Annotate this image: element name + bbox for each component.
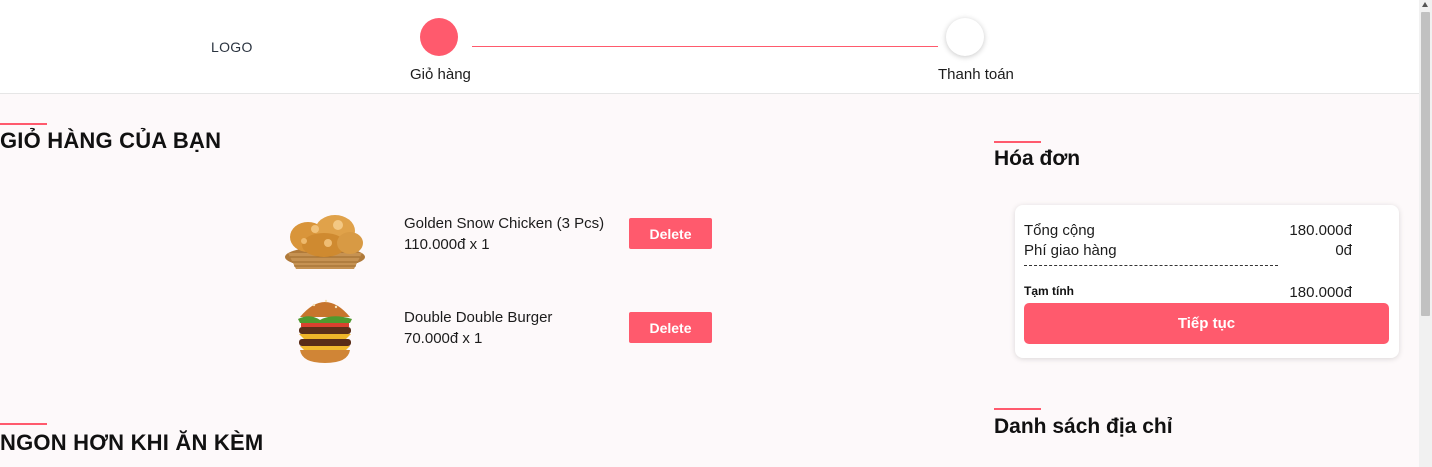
delete-button[interactable]: Delete <box>629 312 712 343</box>
bill-total-label: Tổng cộng <box>1024 222 1095 239</box>
bill-card: Tổng cộng 180.000đ Phí giao hàng 0đ Tạm … <box>1015 205 1399 358</box>
scroll-up-icon[interactable] <box>1422 2 1428 7</box>
step-progress-line <box>472 46 938 47</box>
delete-button[interactable]: Delete <box>629 218 712 249</box>
item-price: 110.000đ x 1 <box>404 236 490 253</box>
cart-title-accent <box>0 123 47 125</box>
step-payment-label: Thanh toán <box>938 66 1014 83</box>
sides-title-accent <box>0 423 47 425</box>
scrollbar-thumb[interactable] <box>1421 12 1430 316</box>
cart-item: Double Double Burger 70.000đ x 1 Delete <box>280 289 720 373</box>
step-cart-indicator[interactable] <box>420 18 458 56</box>
step-cart-label: Giỏ hàng <box>410 66 471 83</box>
logo[interactable]: LOGO <box>211 39 253 55</box>
continue-button[interactable]: Tiếp tục <box>1024 303 1389 344</box>
item-name: Golden Snow Chicken (3 Pcs) <box>404 215 605 232</box>
bill-title: Hóa đơn <box>994 147 1081 170</box>
fried-chicken-image <box>285 215 365 269</box>
bill-total-value: 180.000đ <box>1289 222 1352 239</box>
cart-title: GIỎ HÀNG CỦA BẠN <box>0 128 222 153</box>
bill-subtotal-label: Tạm tính <box>1024 284 1074 298</box>
address-title: Danh sách địa chỉ <box>994 415 1173 438</box>
sides-title: NGON HƠN KHI ĂN KÈM <box>0 430 264 455</box>
bill-shipping-label: Phí giao hàng <box>1024 242 1117 259</box>
cart-item: Golden Snow Chicken (3 Pcs) 110.000đ x 1… <box>280 195 720 279</box>
bill-subtotal-value: 180.000đ <box>1289 284 1352 301</box>
checkout-header: LOGO Giỏ hàng Thanh toán <box>0 0 1419 94</box>
page-scrollbar[interactable] <box>1419 0 1432 467</box>
address-title-accent <box>994 408 1041 410</box>
burger-image <box>298 299 352 363</box>
bill-divider <box>1024 265 1278 266</box>
item-name: Double Double Burger <box>404 309 553 326</box>
bill-shipping-value: 0đ <box>1335 242 1352 259</box>
step-payment-indicator[interactable] <box>946 18 984 56</box>
bill-title-accent <box>994 141 1041 143</box>
item-price: 70.000đ x 1 <box>404 330 483 347</box>
